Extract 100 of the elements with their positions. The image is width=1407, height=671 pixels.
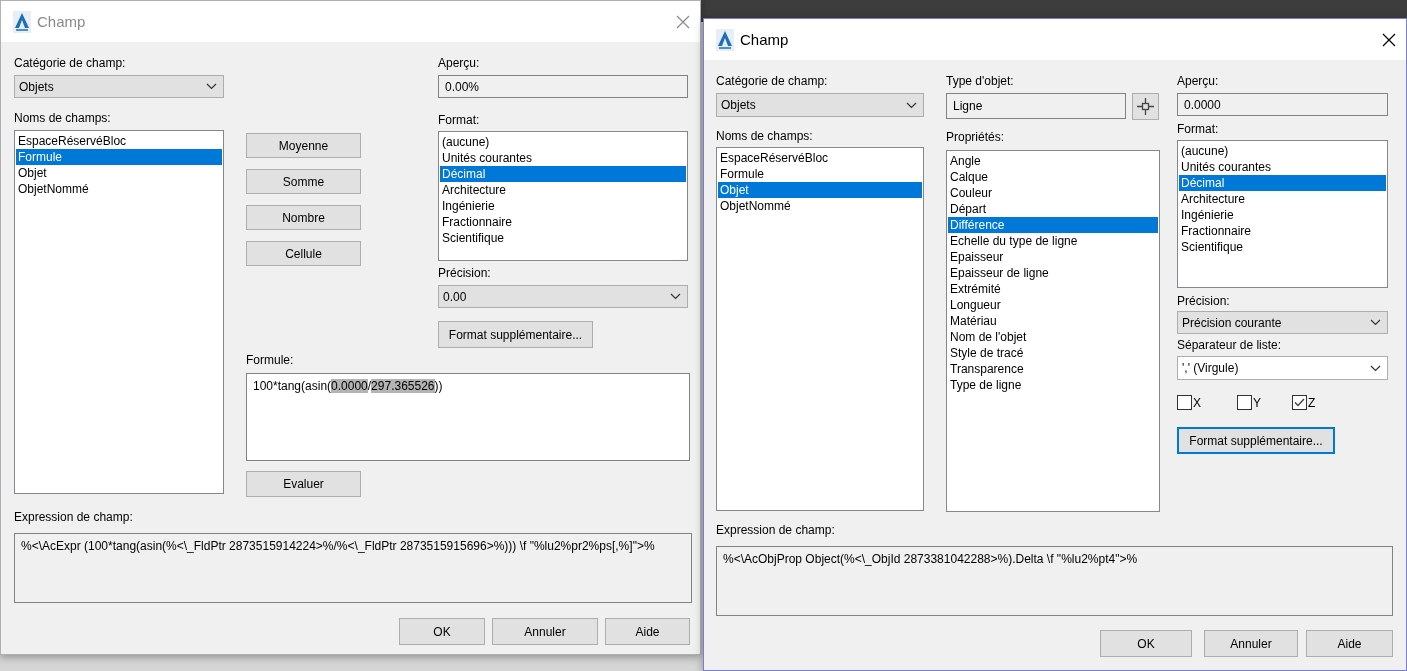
dropdown[interactable]: ',' (Virgule) <box>1177 356 1388 380</box>
additional-format-button[interactable]: Format supplémentaire... <box>1177 427 1335 454</box>
field-label: Précision: <box>438 266 491 280</box>
dropdown[interactable]: Objets <box>14 75 224 98</box>
field-label: Catégorie de champ: <box>716 74 828 88</box>
list-item[interactable]: ObjetNommé <box>718 198 922 214</box>
list-item[interactable]: Matériau <box>948 313 1158 329</box>
field-label: Expression de champ: <box>14 510 133 524</box>
checkbox[interactable] <box>1292 395 1307 410</box>
list-item[interactable]: Extrémité <box>948 281 1158 297</box>
field-label: Noms de champs: <box>716 129 813 143</box>
list-item[interactable]: Départ <box>948 201 1158 217</box>
list-item[interactable]: Décimal <box>440 166 686 182</box>
list-item[interactable]: Echelle du type de ligne <box>948 233 1158 249</box>
list-box[interactable]: (aucune) Unités courantes Décimal Architecture Ingénierie Fractionnaire Scientifique <box>438 131 688 261</box>
list-item[interactable]: Objet <box>16 165 222 181</box>
checkbox[interactable] <box>1177 395 1192 410</box>
field-label: Formule: <box>246 353 294 367</box>
dialog-button[interactable]: Aide <box>1306 630 1393 657</box>
list-item[interactable]: Formule <box>16 149 222 165</box>
function-button[interactable]: Somme <box>246 169 361 194</box>
list-item[interactable]: Différence <box>948 217 1158 233</box>
dialog-button[interactable]: Annuler <box>1204 630 1298 657</box>
list-item[interactable]: ObjetNommé <box>16 181 222 197</box>
crosshair-icon <box>1137 98 1154 115</box>
function-button[interactable]: Moyenne <box>246 133 361 158</box>
chevron-down-icon <box>906 101 917 109</box>
list-item[interactable]: Unités courantes <box>1179 159 1386 175</box>
list-item[interactable]: Scientifique <box>440 230 686 246</box>
dialog-button[interactable]: OK <box>399 618 485 645</box>
dialog-button[interactable]: Aide <box>605 618 690 645</box>
formula-field[interactable]: 100*tang(asin(0.0000/297.365526)) <box>246 373 690 461</box>
chevron-down-icon <box>206 83 217 90</box>
list-box[interactable]: EspaceRéservéBloc Formule Objet ObjetNommé <box>716 147 924 511</box>
list-item[interactable]: Epaisseur <box>948 249 1158 265</box>
function-button[interactable]: Cellule <box>246 241 361 266</box>
list-box[interactable]: EspaceRéservéBloc Formule Objet ObjetNommé <box>14 130 224 494</box>
list-item[interactable]: Epaisseur de ligne <box>948 265 1158 281</box>
list-item[interactable]: Architecture <box>440 182 686 198</box>
list-item[interactable]: EspaceRéservéBloc <box>718 150 922 166</box>
list-box[interactable]: (aucune) Unités courantes Décimal Architecture Ingénierie Fractionnaire Scientifique <box>1177 140 1388 288</box>
list-item[interactable]: Type de ligne <box>948 377 1158 393</box>
function-button[interactable]: Nombre <box>246 205 361 230</box>
list-item[interactable]: Fractionnaire <box>440 214 686 230</box>
list-item[interactable]: Ingénierie <box>440 198 686 214</box>
app-logo-icon <box>716 28 734 51</box>
field-label: Noms de champs: <box>14 111 111 125</box>
close-icon[interactable] <box>1382 32 1396 47</box>
checkbox-label: Y <box>1253 395 1261 410</box>
list-item[interactable]: Ingénierie <box>1179 207 1386 223</box>
dialog-button[interactable]: Annuler <box>492 618 598 645</box>
field-label: Catégorie de champ: <box>14 56 126 70</box>
object-type-field: Ligne <box>946 93 1126 119</box>
field-label: Aperçu: <box>438 56 480 70</box>
checkbox-label: Z <box>1308 395 1316 410</box>
dialog-button[interactable]: OK <box>1100 630 1192 657</box>
additional-format-button[interactable]: Format supplémentaire... <box>438 321 593 348</box>
preview-field: 0.00% <box>438 75 688 98</box>
field-label: Séparateur de liste: <box>1177 338 1282 352</box>
field-label: Expression de champ: <box>716 523 835 537</box>
list-item[interactable]: Unités courantes <box>440 150 686 166</box>
list-item[interactable]: Transparence <box>948 361 1158 377</box>
list-item[interactable]: Architecture <box>1179 191 1386 207</box>
list-item[interactable]: Formule <box>718 166 922 182</box>
expression-field: %<\AcExpr (100*tang(asin(%<\_FldPtr 2873515914224>%/%<\_FldPtr 2873515915696>%))) \f "%lu2%pr2%ps[,%]">% <box>14 533 692 603</box>
list-item[interactable]: Nom de l'objet <box>948 329 1158 345</box>
checkbox[interactable] <box>1237 395 1252 410</box>
field-label: Format: <box>438 113 480 127</box>
dropdown[interactable]: Précision courante <box>1177 311 1388 334</box>
checkbox-label: X <box>1193 395 1201 410</box>
list-item[interactable]: Fractionnaire <box>1179 223 1386 239</box>
expression-field: %<\AcObjProp Object(%<\_ObjId 2873381042288>%).Delta \f "%lu2%pt4">% <box>716 546 1393 616</box>
field-label: Aperçu: <box>1177 74 1219 88</box>
dropdown[interactable]: 0.00 <box>438 285 688 308</box>
list-item[interactable]: Décimal <box>1179 175 1386 191</box>
list-item[interactable]: Style de tracé <box>948 345 1158 361</box>
list-item[interactable]: Calque <box>948 169 1158 185</box>
window-title: Champ <box>740 31 790 48</box>
list-item[interactable]: EspaceRéservéBloc <box>16 133 222 149</box>
chevron-down-icon <box>1370 319 1381 326</box>
list-item[interactable]: (aucune) <box>440 134 686 150</box>
chevron-down-icon <box>670 293 681 300</box>
app-logo-icon <box>13 10 31 33</box>
preview-field: 0.0000 <box>1177 93 1388 116</box>
checkmark-icon <box>1294 398 1305 407</box>
list-item[interactable]: Couleur <box>948 185 1158 201</box>
field-label: Précision: <box>1177 294 1230 308</box>
list-item[interactable]: Objet <box>718 182 922 198</box>
list-item[interactable]: Angle <box>948 153 1158 169</box>
list-box[interactable]: Angle Calque Couleur Départ Différence Echelle du type de ligne Epaisseur Epaisseur de ligne Extrémité Longueur Matériau Nom de l'objet Style de tracé Transparence Type de ligne <box>946 150 1160 512</box>
dropdown[interactable]: Objets <box>716 93 924 117</box>
list-item[interactable]: Scientifique <box>1179 239 1386 255</box>
pick-object-button[interactable] <box>1132 93 1159 120</box>
field-label: Format: <box>1177 122 1219 136</box>
list-item[interactable]: Longueur <box>948 297 1158 313</box>
field-label: Type d'objet: <box>946 74 1014 88</box>
window-title: Champ <box>37 13 87 30</box>
list-item[interactable]: (aucune) <box>1179 143 1386 159</box>
chevron-down-icon <box>1370 364 1381 372</box>
evaluate-button[interactable]: Evaluer <box>246 471 361 497</box>
